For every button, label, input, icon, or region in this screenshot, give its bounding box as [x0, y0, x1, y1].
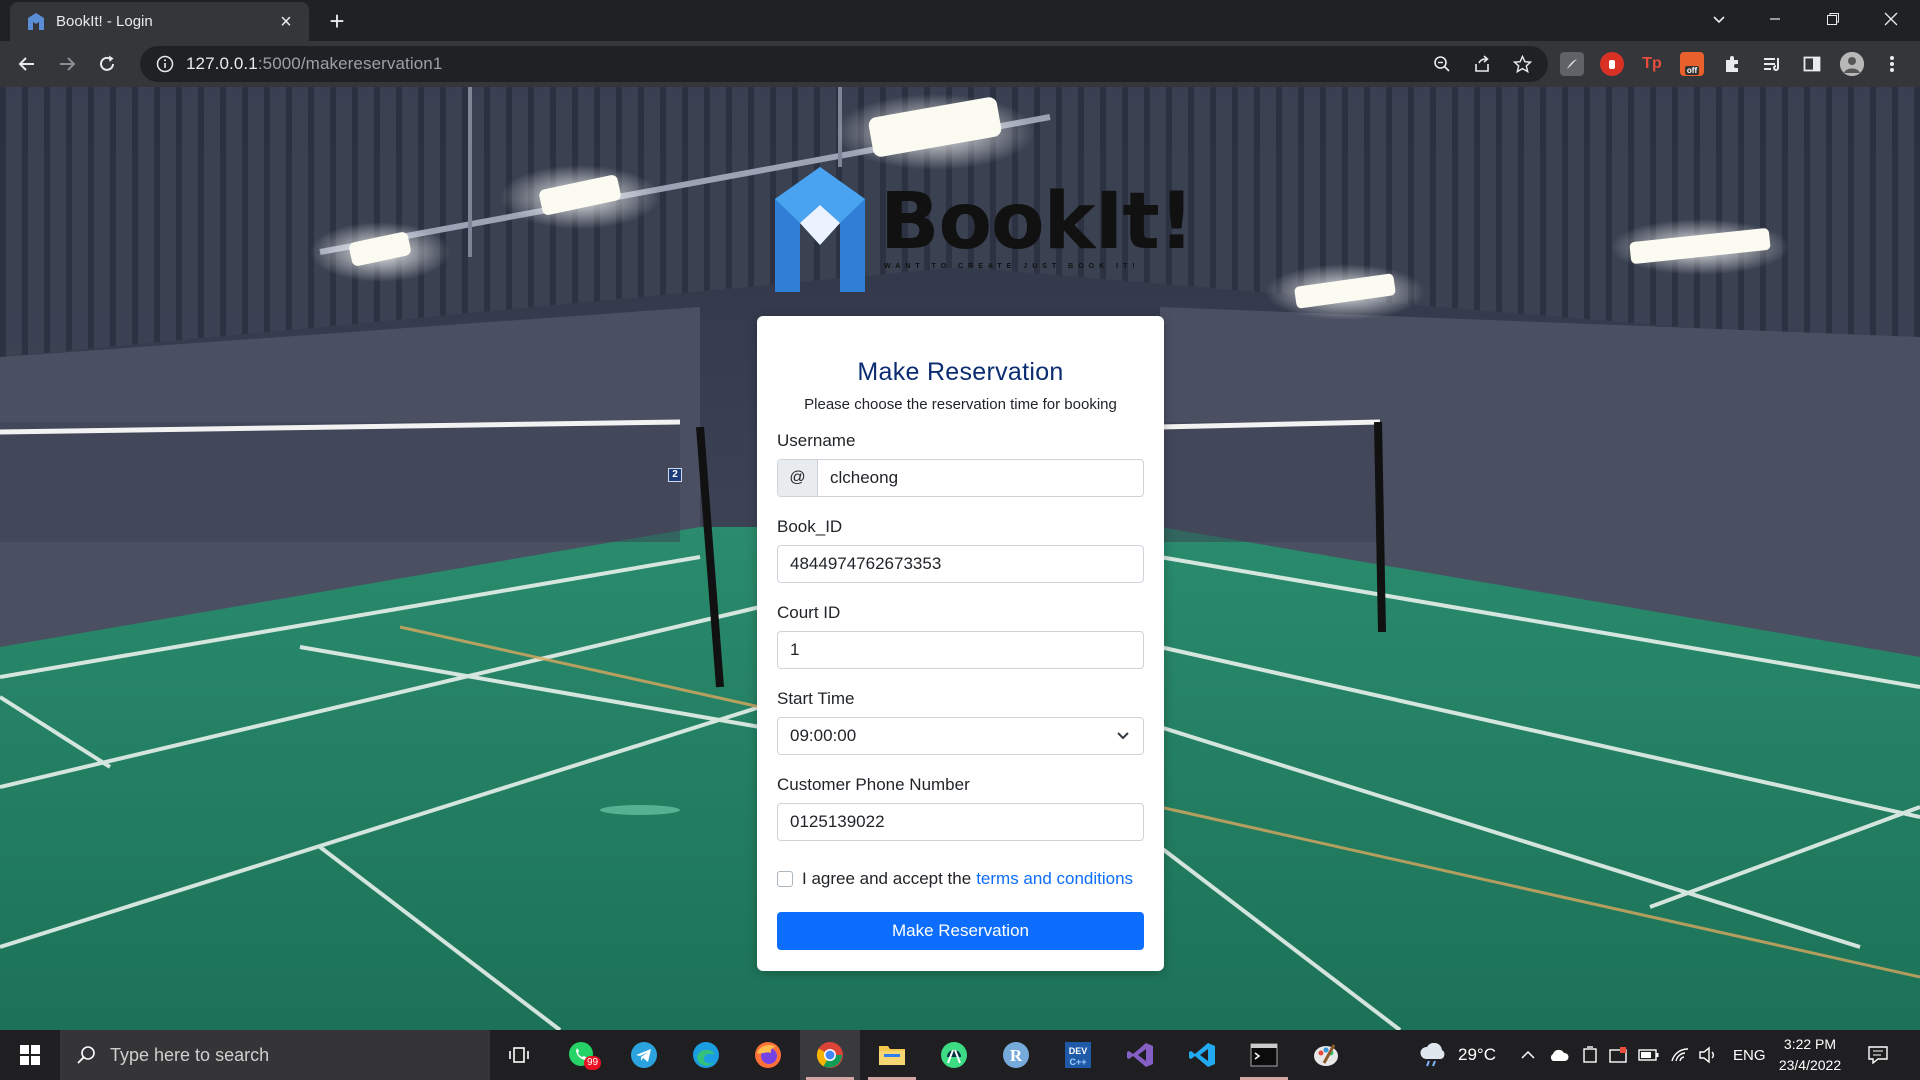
- volume-icon[interactable]: [1698, 1030, 1718, 1080]
- bookit-logo-mark-icon: [775, 167, 865, 292]
- taskbar-search[interactable]: Type here to search: [60, 1030, 490, 1080]
- clock-date: 23/4/2022: [1778, 1057, 1842, 1073]
- new-tab-button[interactable]: +: [322, 8, 352, 36]
- brand-tagline: WANT TO CREATE JUST BOOK IT!: [884, 263, 1140, 270]
- telegram-icon[interactable]: [614, 1030, 674, 1080]
- zoom-icon[interactable]: [1427, 49, 1457, 79]
- whatsapp-badge: 99: [584, 1056, 602, 1070]
- edge-icon[interactable]: [676, 1030, 736, 1080]
- paint-icon[interactable]: [1296, 1030, 1356, 1080]
- forward-button[interactable]: [52, 49, 82, 79]
- whatsapp-icon[interactable]: 99: [552, 1030, 612, 1080]
- court-id-label: Court ID: [777, 603, 841, 622]
- clock-time: 3:22 PM: [1783, 1036, 1837, 1052]
- off-extension-icon[interactable]: off: [1680, 52, 1704, 76]
- extensions-puzzle-icon[interactable]: [1720, 52, 1744, 76]
- start-time-value: 09:00:00: [790, 726, 857, 745]
- side-panel-icon[interactable]: [1800, 52, 1824, 76]
- firefox-icon[interactable]: [738, 1030, 798, 1080]
- court-number-marker: 2: [668, 468, 682, 482]
- reservation-card: Make Reservation Please choose the reser…: [757, 316, 1164, 971]
- court-id-value: 1: [790, 640, 800, 659]
- url-text: 127.0.0.1:5000/makereservation1: [186, 54, 443, 73]
- search-placeholder: Type here to search: [110, 1044, 270, 1065]
- brand-name: BookIt!: [880, 177, 1194, 267]
- agree-text: I agree and accept the: [802, 869, 972, 888]
- phone-label: Customer Phone Number: [777, 775, 970, 794]
- address-bar[interactable]: 127.0.0.1:5000/makereservation1: [140, 46, 1548, 82]
- bookmark-star-icon[interactable]: [1507, 49, 1537, 79]
- r-studio-icon[interactable]: R: [986, 1030, 1046, 1080]
- restore-button[interactable]: [1810, 0, 1856, 38]
- back-button[interactable]: [12, 49, 42, 79]
- file-explorer-icon[interactable]: [862, 1030, 922, 1080]
- bookit-favicon-icon: [28, 12, 44, 30]
- windows-logo-icon: [20, 1045, 40, 1065]
- profile-avatar[interactable]: [1840, 52, 1864, 76]
- weather-temp: 29°C: [1458, 1045, 1496, 1064]
- vscode-icon[interactable]: [1172, 1030, 1232, 1080]
- reload-button[interactable]: [92, 49, 122, 79]
- taskbar-clock[interactable]: 3:22 PM 23/4/2022: [1755, 1034, 1865, 1076]
- chevron-down-icon: [1103, 731, 1143, 741]
- book-id-label: Book_ID: [777, 517, 843, 536]
- minimize-button[interactable]: [1752, 0, 1798, 38]
- terms-link[interactable]: terms and conditions: [976, 869, 1133, 889]
- terms-checkbox[interactable]: [777, 871, 793, 887]
- tp-extension-icon[interactable]: Tp: [1640, 52, 1664, 76]
- tab-close-icon[interactable]: ×: [275, 11, 297, 33]
- phone-field[interactable]: 0125139022: [777, 803, 1144, 841]
- taskbar: Type here to search 99 R DEV C++ 29°C EN…: [0, 1030, 1920, 1080]
- share-icon[interactable]: [1467, 49, 1497, 79]
- search-icon: [77, 1046, 95, 1064]
- svg-text:R: R: [1010, 1046, 1023, 1065]
- tray-app-icon[interactable]: [1608, 1030, 1628, 1080]
- book-id-field[interactable]: 4844974762673353: [777, 545, 1144, 583]
- tray-device-icon[interactable]: [1582, 1030, 1598, 1080]
- terminal-icon[interactable]: [1234, 1030, 1294, 1080]
- adblock-extension-icon[interactable]: [1600, 52, 1624, 76]
- browser-menu-icon[interactable]: [1877, 49, 1907, 79]
- wifi-icon[interactable]: [1670, 1030, 1690, 1080]
- username-label: Username: [777, 431, 856, 450]
- browser-tabstrip: BookIt! - Login × +: [0, 0, 1920, 41]
- task-view-icon[interactable]: [490, 1030, 550, 1080]
- bookit-logo: BookIt! WANT TO CREATE JUST BOOK IT!: [770, 167, 1194, 292]
- onedrive-icon[interactable]: [1548, 1030, 1570, 1080]
- media-control-icon[interactable]: [1760, 52, 1784, 76]
- terms-row: I agree and accept the terms and conditi…: [777, 869, 1133, 889]
- chrome-icon[interactable]: [800, 1030, 860, 1080]
- pdf-extension-icon[interactable]: [1560, 52, 1584, 76]
- notifications-icon[interactable]: [1868, 1030, 1888, 1080]
- cloud-rain-icon: [1420, 1043, 1445, 1067]
- browser-tab[interactable]: BookIt! - Login ×: [10, 2, 309, 41]
- make-reservation-button[interactable]: Make Reservation: [777, 912, 1144, 950]
- tray-chevron-up-icon[interactable]: [1520, 1030, 1536, 1080]
- book-id-value: 4844974762673353: [790, 554, 942, 573]
- svg-text:DEV: DEV: [1069, 1046, 1088, 1056]
- dev-cpp-icon[interactable]: DEV C++: [1048, 1030, 1108, 1080]
- username-value: clcheong: [830, 468, 899, 487]
- at-sign-addon: @: [778, 460, 818, 496]
- browser-toolbar: 127.0.0.1:5000/makereservation1 Tp off: [0, 41, 1920, 87]
- start-button[interactable]: [0, 1030, 60, 1080]
- weather-widget[interactable]: 29°C: [1418, 1030, 1496, 1080]
- tab-title: BookIt! - Login: [56, 13, 153, 30]
- visual-studio-icon[interactable]: [1110, 1030, 1170, 1080]
- site-info-icon[interactable]: [156, 55, 174, 73]
- form-subtitle: Please choose the reservation time for b…: [804, 396, 1117, 413]
- form-title: Make Reservation: [857, 358, 1064, 386]
- phone-value: 0125139022: [790, 812, 885, 831]
- svg-text:C++: C++: [1069, 1057, 1086, 1067]
- start-time-label: Start Time: [777, 689, 855, 708]
- start-time-select[interactable]: 09:00:00: [777, 717, 1144, 755]
- page-viewport: 2 BookIt! WANT TO CREATE JUST BOOK IT! M…: [0, 87, 1920, 1030]
- android-studio-icon[interactable]: [924, 1030, 984, 1080]
- tab-search-icon[interactable]: [1696, 0, 1742, 38]
- battery-icon[interactable]: [1638, 1030, 1660, 1080]
- close-window-button[interactable]: [1868, 0, 1914, 38]
- username-field[interactable]: @ clcheong: [777, 459, 1144, 497]
- court-id-field[interactable]: 1: [777, 631, 1144, 669]
